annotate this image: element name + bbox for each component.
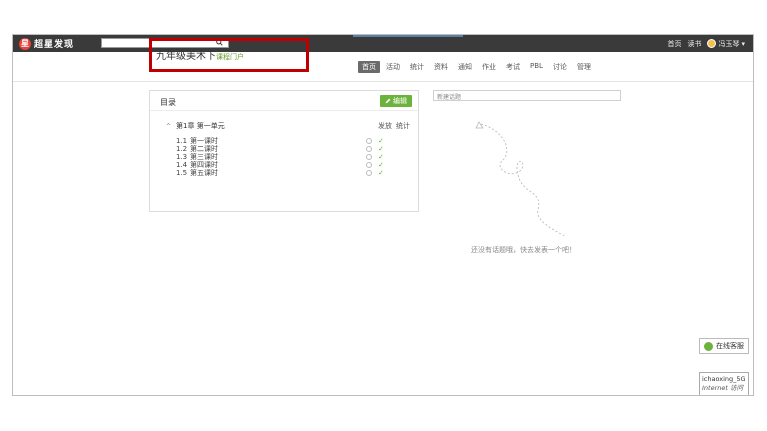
avatar (707, 39, 717, 48)
catalog-title: 目录 (160, 98, 176, 107)
tab-manage[interactable]: 管理 (573, 61, 595, 73)
lesson-list: 1.1 第一课时 ✓ 1.2 第二课时 ✓ 1.3 第三课时 ✓ 1.4 第四课… (176, 137, 410, 177)
chapter-row[interactable]: ^ 第1章 第一单元 发放 统计 (166, 121, 410, 131)
read-link[interactable]: 读书 (687, 39, 701, 49)
lesson-number: 1.4 (176, 161, 188, 169)
course-portal-link[interactable]: 课程门户 (216, 53, 244, 61)
publish-radio-icon[interactable] (366, 138, 372, 144)
lesson-status: ✓ (366, 169, 384, 177)
browser-frame: 星 超星发现 首页 读书 冯玉琴 ▾ 首页 活动 统计 资料 通知 作业 考试 … (12, 34, 754, 396)
network-status: Internet 访问 (702, 384, 743, 392)
user-menu[interactable]: 冯玉琴 ▾ (707, 39, 745, 49)
check-icon: ✓ (378, 169, 384, 177)
topbar-accent-line (353, 35, 463, 37)
lesson-number: 1.3 (176, 153, 188, 161)
lesson-number: 1.1 (176, 137, 188, 145)
tab-notice[interactable]: 通知 (454, 61, 476, 73)
pencil-icon (385, 98, 391, 104)
lesson-name[interactable]: 第五课时 (190, 168, 218, 178)
publish-radio-icon[interactable] (366, 170, 372, 176)
logo-mark-icon: 星 (19, 37, 31, 50)
chapter-name[interactable]: 第1章 第一单元 (176, 121, 378, 131)
logo-text: 超星发现 (34, 40, 75, 50)
catalog-header: 目录 编辑 (150, 91, 418, 111)
course-header: 首页 活动 统计 资料 通知 作业 考试 PBL 讨论 管理 (13, 52, 753, 82)
top-nav-bar: 星 超星发现 首页 读书 冯玉琴 ▾ (13, 35, 753, 52)
tab-home[interactable]: 首页 (358, 61, 380, 73)
user-name: 冯玉琴 (718, 39, 740, 48)
check-icon: ✓ (378, 153, 384, 161)
check-icon: ✓ (378, 161, 384, 169)
lesson-number: 1.2 (176, 145, 188, 153)
tab-pbl[interactable]: PBL (526, 61, 547, 73)
empty-doodle-illustration (475, 121, 566, 237)
tab-materials[interactable]: 资料 (430, 61, 452, 73)
catalog-panel: 目录 编辑 ^ 第1章 第一单元 发放 统计 1.1 第一课时 ✓ 1.2 第二… (149, 90, 419, 212)
publish-radio-icon[interactable] (366, 146, 372, 152)
empty-topics-message: 还没有话题哦，快去发表一个吧！ (471, 246, 576, 254)
new-topic-input[interactable]: 新建话题 (433, 90, 621, 101)
tab-homework[interactable]: 作业 (478, 61, 500, 73)
lesson-status: ✓ (366, 153, 384, 161)
tab-stats[interactable]: 统计 (406, 61, 428, 73)
publish-radio-icon[interactable] (366, 162, 372, 168)
network-status-badge: ichaoxing_5G Internet 访问 (699, 372, 749, 395)
network-name: ichaoxing_5G (702, 375, 746, 383)
course-title: 九年级美术下 (156, 51, 216, 62)
online-service-button[interactable]: 在线客服 (699, 338, 749, 354)
check-icon: ✓ (378, 137, 384, 145)
headset-icon (704, 341, 713, 351)
lesson-status: ✓ (366, 145, 384, 153)
edit-label: 编辑 (393, 97, 407, 105)
lesson-number: 1.5 (176, 169, 188, 177)
tab-exam[interactable]: 考试 (502, 61, 524, 73)
home-link[interactable]: 首页 (667, 39, 681, 49)
list-item[interactable]: 1.5 第五课时 ✓ (176, 169, 410, 177)
service-label: 在线客服 (716, 342, 744, 350)
check-icon: ✓ (378, 145, 384, 153)
stats-column-header: 统计 (396, 122, 410, 130)
course-title-highlight: 九年级美术下课程门户 (149, 38, 309, 72)
tab-discussion[interactable]: 讨论 (549, 61, 571, 73)
chevron-down-icon: ▾ (741, 39, 745, 48)
column-headers: 发放 统计 (378, 121, 410, 131)
edit-button[interactable]: 编辑 (380, 95, 412, 107)
publish-column-header: 发放 (378, 122, 392, 130)
collapse-icon[interactable]: ^ (166, 123, 171, 130)
lesson-status: ✓ (366, 161, 384, 169)
publish-radio-icon[interactable] (366, 154, 372, 160)
lesson-status: ✓ (366, 137, 384, 145)
top-links: 首页 读书 冯玉琴 ▾ (667, 35, 745, 52)
course-nav: 首页 活动 统计 资料 通知 作业 考试 PBL 讨论 管理 (358, 61, 597, 73)
tab-activity[interactable]: 活动 (382, 61, 404, 73)
site-logo[interactable]: 星 超星发现 (19, 37, 74, 50)
